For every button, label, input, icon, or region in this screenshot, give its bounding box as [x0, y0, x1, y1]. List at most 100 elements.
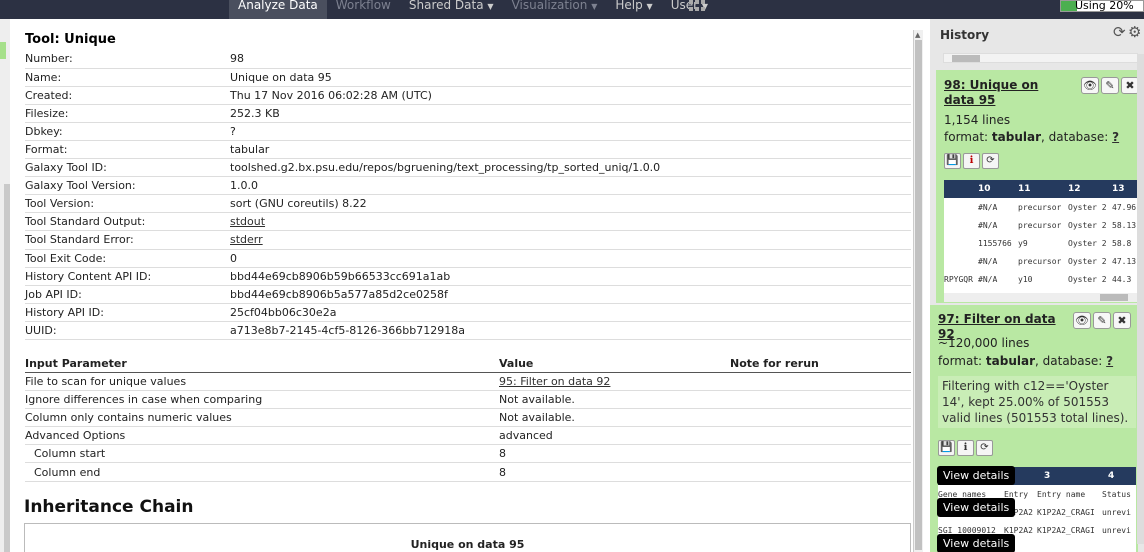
info-row: Job API ID: bbd44e69cb8906b5a577a85d2ce02…	[25, 285, 911, 304]
peek-cell: #N/A	[978, 203, 998, 212]
peek-scrollbar[interactable]	[944, 293, 1138, 302]
info-value: 98	[230, 50, 911, 69]
info-row: History Content API ID: bbd44e69cb8906b59…	[25, 267, 911, 286]
param-row: Column only contains numeric values Not a…	[25, 408, 911, 428]
hscroll-thumb[interactable]	[952, 55, 980, 62]
dataset-info-message: Filtering with c12=='Oyster 14', kept 25…	[938, 376, 1136, 428]
param-row: Column end 8	[25, 462, 911, 482]
peek-cell: 47.96	[1112, 203, 1137, 212]
save-icon[interactable]: 💾	[944, 153, 961, 169]
gear-icon[interactable]: ⚙	[1128, 23, 1141, 41]
database-link[interactable]: ?	[1112, 130, 1119, 144]
info-value[interactable]: stderr	[230, 230, 911, 250]
info-icon[interactable]: ℹ	[963, 153, 980, 169]
peek-row: 1155766 y9 Oyster 2 58.8	[944, 234, 1138, 252]
apps-grid-icon[interactable]	[689, 0, 707, 12]
info-value: tabular	[230, 140, 911, 160]
peek-cell: unrevi	[1102, 508, 1131, 517]
peek-cell: precursor	[1018, 203, 1062, 212]
info-row: UUID: a713e8b7-2145-4cf5-8126-366bb712918…	[25, 321, 911, 341]
database-link[interactable]: ?	[1106, 354, 1113, 368]
refresh-icon[interactable]: ⟳	[1113, 23, 1126, 41]
scroll-up-icon[interactable]: ▲	[915, 31, 920, 39]
param-row: File to scan for unique values 95: Filter…	[25, 372, 911, 391]
parameters-table: Input Parameter Value Note for rerun Fil…	[25, 356, 911, 482]
nav-visualization[interactable]: Visualization ▼	[503, 0, 607, 19]
info-value: a713e8b7-2145-4cf5-8126-366bb712918a	[230, 321, 911, 341]
history-scrollbar[interactable]	[1137, 54, 1144, 544]
peek-cell: precursor	[1018, 257, 1062, 266]
center-scrollbar[interactable]: ▲	[913, 30, 923, 552]
info-key: Dbkey:	[25, 122, 230, 141]
info-key: Tool Standard Error:	[25, 230, 230, 250]
info-key: UUID:	[25, 321, 230, 341]
peek-cell: 58.8	[1112, 239, 1132, 248]
nav-shared-data[interactable]: Shared Data ▼	[400, 0, 503, 19]
peek-cell: 47.13	[1112, 257, 1137, 266]
param-value: advanced	[499, 426, 730, 446]
info-value: 25cf04bb06c30e2a	[230, 303, 911, 322]
history-hscroll[interactable]	[943, 53, 1138, 63]
pencil-icon[interactable]: ✎	[1093, 312, 1111, 329]
info-key: Created:	[25, 86, 230, 105]
save-icon[interactable]: 💾	[938, 440, 955, 456]
inheritance-chain-box: Unique on data 95	[24, 523, 911, 552]
peek-row: #N/A precursor Oyster 2 58.13	[944, 216, 1138, 234]
info-key: Tool Standard Output:	[25, 212, 230, 232]
info-row: Name: Unique on data 95	[25, 68, 911, 87]
inheritance-chain-title: Inheritance Chain	[24, 497, 194, 517]
history-panel: History ⟳ ⚙ 98: Unique on data 95 👁 ✎ ✖ …	[930, 19, 1144, 552]
rerun-icon[interactable]: ⟳	[982, 153, 999, 169]
param-value[interactable]: 95: Filter on data 92	[499, 372, 730, 391]
info-value[interactable]: stdout	[230, 212, 911, 232]
dataset-title[interactable]: 98: Unique on data 95	[944, 78, 1072, 108]
param-note	[730, 444, 911, 464]
param-header-name: Input Parameter	[25, 356, 499, 373]
peek-cell: Oyster 2	[1068, 239, 1107, 248]
dataset-lines: 1,154 lines	[944, 113, 1011, 127]
tool-panel-scrollbar[interactable]	[4, 184, 10, 552]
nav-workflow[interactable]: Workflow	[327, 0, 400, 19]
info-key: History API ID:	[25, 303, 230, 322]
info-row: Tool Standard Output: stdout	[25, 212, 911, 232]
eye-icon[interactable]: 👁	[1073, 312, 1091, 329]
dataset-lines: ~120,000 lines	[938, 336, 1030, 350]
eye-icon[interactable]: 👁	[1081, 77, 1099, 94]
param-name: Ignore differences in case when comparin…	[25, 390, 499, 409]
peek-cell: 1155766	[978, 239, 1012, 248]
info-value: bbd44e69cb8906b5a577a85d2ce0258f	[230, 285, 911, 304]
center-scroll-thumb[interactable]	[915, 40, 922, 550]
dataset-format: format: tabular, database: ?	[938, 354, 1114, 368]
info-value: 252.3 KB	[230, 104, 911, 123]
info-value: 0	[230, 249, 911, 268]
param-value: 8	[499, 444, 730, 464]
main-nav: Analyze Data Workflow Shared Data ▼ Visu…	[229, 0, 717, 19]
info-key: Tool Exit Code:	[25, 249, 230, 268]
history-dataset-98[interactable]: 98: Unique on data 95 👁 ✎ ✖ 1,154 lines …	[936, 70, 1144, 303]
dataset-actions: 👁 ✎ ✖	[1073, 312, 1131, 329]
param-note	[730, 390, 911, 409]
param-header-value: Value	[499, 356, 730, 373]
rerun-icon[interactable]: ⟳	[976, 440, 993, 456]
nav-help[interactable]: Help ▼	[606, 0, 661, 19]
peek-cell: K1P2A2_CRAGI	[1037, 526, 1095, 535]
close-icon[interactable]: ✖	[1113, 312, 1131, 329]
param-name: Advanced Options	[25, 426, 499, 446]
info-icon[interactable]: ℹ	[957, 440, 974, 456]
tool-panel-toggle[interactable]	[0, 42, 6, 59]
param-row: Column start 8	[25, 444, 911, 464]
info-value: toolshed.g2.bx.psu.edu/repos/bgruening/t…	[230, 158, 911, 178]
caret-down-icon: ▼	[646, 2, 653, 11]
nav-analyze-data[interactable]: Analyze Data	[229, 0, 327, 19]
peek-header: 10 11 12 13	[944, 180, 1138, 198]
peek-cell: Status	[1102, 490, 1131, 499]
info-row: Number: 98	[25, 50, 911, 69]
param-row: Advanced Options advanced	[25, 426, 911, 446]
peek-row: RPYGQR #N/A y10 Oyster 2 44.3	[944, 270, 1138, 288]
quota-meter[interactable]: Using 20%	[1060, 0, 1144, 12]
info-row: Filesize: 252.3 KB	[25, 104, 911, 123]
pencil-icon[interactable]: ✎	[1101, 77, 1119, 94]
param-row: Ignore differences in case when comparin…	[25, 390, 911, 409]
peek-scroll-thumb[interactable]	[1100, 294, 1128, 301]
tool-panel-edge	[0, 19, 10, 552]
